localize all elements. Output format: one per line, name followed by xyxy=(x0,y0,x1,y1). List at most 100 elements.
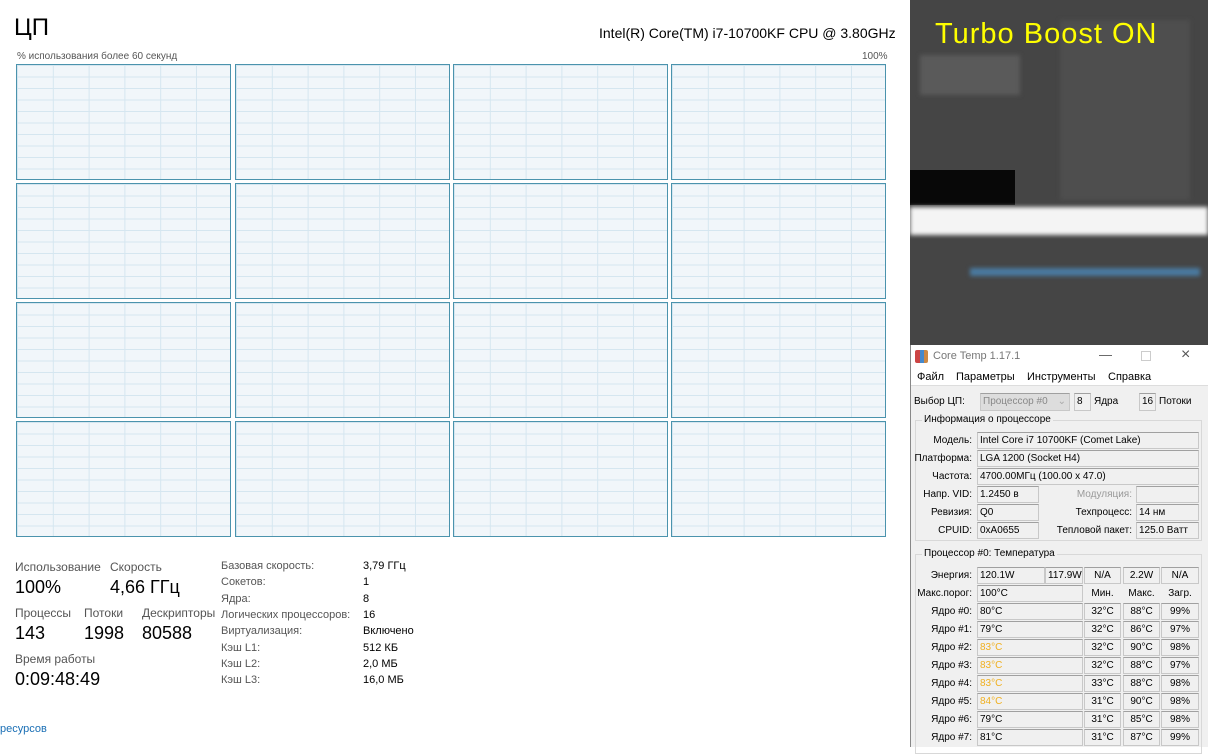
power-dram: 2.2W xyxy=(1123,567,1160,584)
power-label: Энергия: xyxy=(930,570,972,581)
core-temp: 83°C xyxy=(977,639,1083,656)
cpu-graph-10 xyxy=(453,302,668,418)
core-label: Ядро #3: xyxy=(931,660,972,671)
detail-value: 3,79 ГГц xyxy=(363,560,406,572)
group-title: Процессор #0: Температура xyxy=(922,548,1057,559)
core-max: 88°C xyxy=(1123,603,1160,620)
core-load: 98% xyxy=(1161,639,1199,656)
lithography-value: 14 нм xyxy=(1136,504,1199,521)
tdp-label: Тепловой пакет: xyxy=(1056,525,1132,536)
core-min: 33°C xyxy=(1084,675,1121,692)
handles-label: Дескрипторы xyxy=(142,606,216,620)
detail-value: 8 xyxy=(363,592,370,605)
menu-file[interactable]: Файл xyxy=(917,371,944,383)
cpu-graph-15 xyxy=(671,421,886,537)
frequency-value: 4700.00МГц (100.00 x 47.0) xyxy=(977,468,1199,485)
cpu-name: Intel(R) Core(TM) i7-10700KF CPU @ 3.80G… xyxy=(599,25,896,41)
core-load: 98% xyxy=(1161,675,1199,692)
detail-label: Кэш L1: xyxy=(221,641,261,654)
cores-label: Ядра xyxy=(1094,396,1119,407)
lithography-label: Техпроцесс: xyxy=(1075,507,1132,518)
tjmax-value: 100°C xyxy=(977,585,1083,602)
core-label: Ядро #5: xyxy=(931,696,972,707)
minimize-button[interactable]: — xyxy=(1099,347,1112,362)
core-max: 87°C xyxy=(1123,729,1160,746)
core-load: 98% xyxy=(1161,693,1199,710)
cpu-graph-11 xyxy=(671,302,886,418)
cpu-select[interactable]: Процессор #0 ⌄ xyxy=(980,393,1070,411)
core-temp: 81°C xyxy=(977,729,1083,746)
page-title: ЦП xyxy=(14,14,50,41)
detail-value: 2,0 МБ xyxy=(363,657,398,670)
max-header: Макс. xyxy=(1128,588,1155,599)
core-temp: 79°C xyxy=(977,711,1083,728)
core-max: 85°C xyxy=(1123,711,1160,728)
core-load: 99% xyxy=(1161,729,1199,746)
threads-label: Потоки xyxy=(84,606,124,620)
cpu-graph-1 xyxy=(235,64,450,180)
close-button[interactable]: × xyxy=(1181,346,1190,364)
blurred-background-window xyxy=(910,0,1208,345)
core-temp: 79°C xyxy=(977,621,1083,638)
detail-value: 16,0 МБ xyxy=(363,674,404,687)
cpuid-value: 0xA0655 xyxy=(977,522,1039,539)
menu-options[interactable]: Параметры xyxy=(956,371,1015,383)
vid-label: Напр. VID: xyxy=(923,489,972,500)
power-cores: 117.9W xyxy=(1045,567,1083,584)
core-max: 88°C xyxy=(1123,657,1160,674)
app-icon xyxy=(915,350,928,363)
core-max: 90°C xyxy=(1123,693,1160,710)
graph-label: % использования более 60 секунд xyxy=(17,51,178,62)
title-bar: Core Temp 1.17.1 — × xyxy=(911,345,1208,368)
cpu-graph-6 xyxy=(453,183,668,299)
cpu-graph-3 xyxy=(671,64,886,180)
detail-label: Ядра: xyxy=(221,592,251,605)
resource-monitor-link[interactable]: ресурсов xyxy=(0,723,47,735)
cores-count: 8 xyxy=(1074,393,1091,411)
threads-value: 1998 xyxy=(84,623,125,643)
detail-label: Базовая скорость: xyxy=(221,560,315,572)
power-gpu: N/A xyxy=(1161,567,1199,584)
core-max: 86°C xyxy=(1123,621,1160,638)
menu-help[interactable]: Справка xyxy=(1108,371,1151,383)
threads-label: Потоки xyxy=(1159,396,1192,407)
core-min: 31°C xyxy=(1084,729,1121,746)
core-load: 97% xyxy=(1161,621,1199,638)
processes-label: Процессы xyxy=(15,606,72,620)
menu-bar: Файл Параметры Инструменты Справка xyxy=(911,368,1208,386)
detail-label: Виртуализация: xyxy=(221,625,303,638)
core-temp: 80°C xyxy=(977,603,1083,620)
cpu-select-value: Процессор #0 xyxy=(983,396,1048,407)
speed-label: Скорость xyxy=(110,560,162,574)
core-load: 99% xyxy=(1161,603,1199,620)
usage-value: 100% xyxy=(15,577,62,597)
modulation-value xyxy=(1136,486,1199,503)
model-label: Модель: xyxy=(933,435,972,446)
cpu-graph-4 xyxy=(16,183,231,299)
cpu-graph-2 xyxy=(453,64,668,180)
core-min: 32°C xyxy=(1084,639,1121,656)
modulation-label: Модуляция: xyxy=(1076,489,1132,500)
detail-label: Логических процессоров: xyxy=(221,608,351,621)
core-label: Ядро #7: xyxy=(931,732,972,743)
core-load: 98% xyxy=(1161,711,1199,728)
tdp-value: 125.0 Ватт xyxy=(1136,522,1199,539)
min-header: Мин. xyxy=(1091,588,1114,599)
uptime-label: Время работы xyxy=(15,652,96,666)
frequency-label: Частота: xyxy=(932,471,972,482)
maximize-button[interactable] xyxy=(1141,351,1151,361)
revision-value: Q0 xyxy=(977,504,1039,521)
chevron-down-icon: ⌄ xyxy=(1057,396,1066,407)
detail-value: 512 КБ xyxy=(363,641,399,654)
core-min: 31°C xyxy=(1084,711,1121,728)
cpu-select-label: Выбор ЦП: xyxy=(914,396,965,407)
cpu-graph-12 xyxy=(16,421,231,537)
menu-tools[interactable]: Инструменты xyxy=(1027,371,1096,383)
usage-label: Использование xyxy=(15,560,101,574)
platform-value: LGA 1200 (Socket H4) xyxy=(977,450,1199,467)
cpu-graph-7 xyxy=(671,183,886,299)
processes-value: 143 xyxy=(15,623,46,643)
model-value: Intel Core i7 10700KF (Comet Lake) xyxy=(977,432,1199,449)
uptime-value: 0:09:48:49 xyxy=(15,669,101,689)
detail-label: Сокетов: xyxy=(221,576,266,589)
